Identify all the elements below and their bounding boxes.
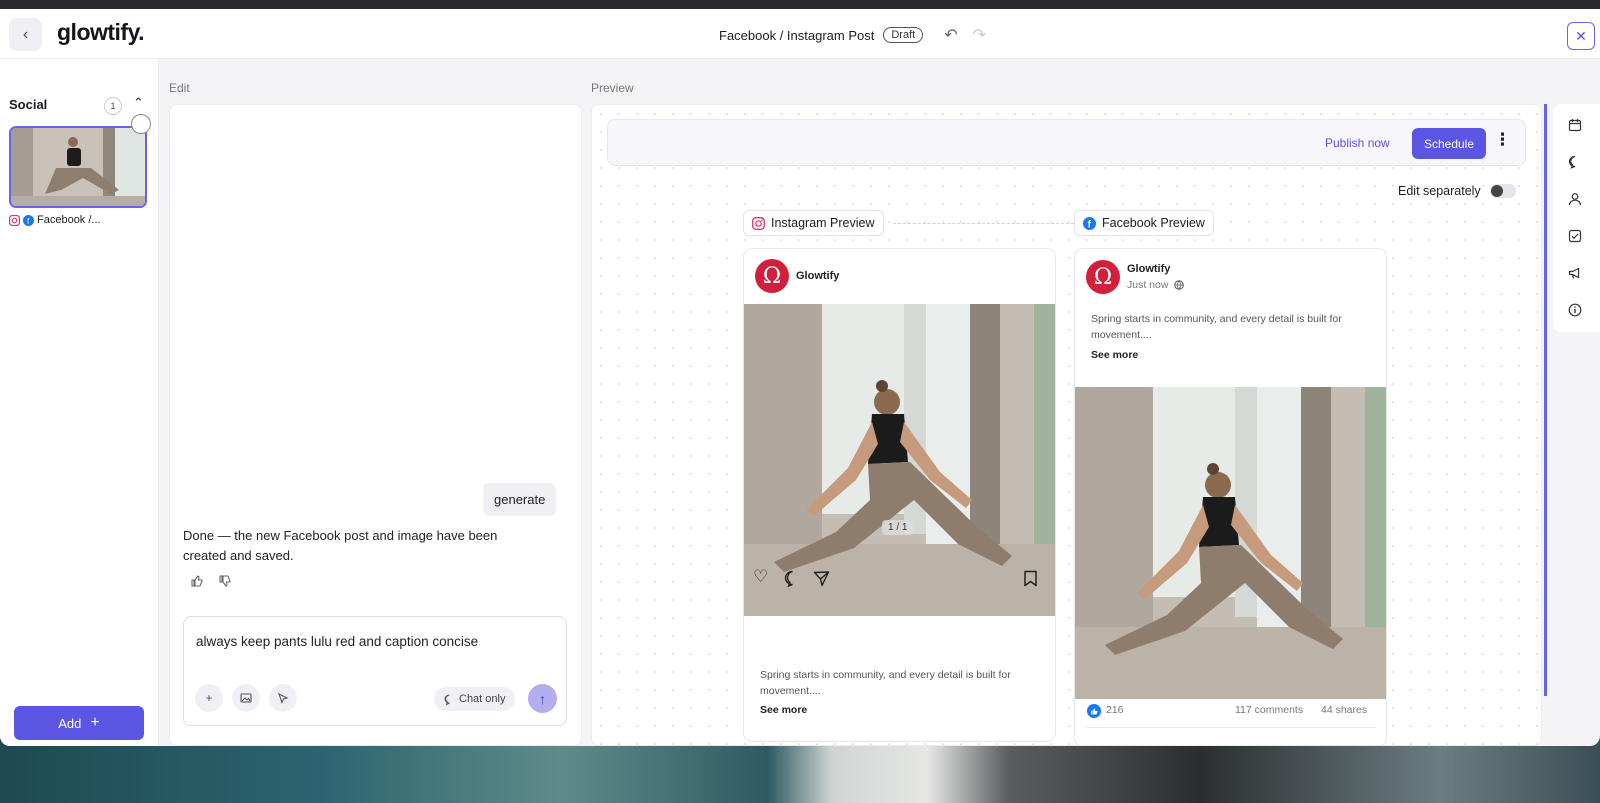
megaphone-icon[interactable] (1568, 266, 1582, 280)
instagram-preview-tag[interactable]: Instagram Preview (743, 210, 884, 236)
like-reaction-icon (1087, 704, 1101, 718)
user-icon[interactable] (1568, 192, 1582, 206)
globe-icon (1174, 280, 1185, 290)
attach-button[interactable]: + (195, 684, 223, 712)
thumbnail-label: f Facebook /... (9, 214, 101, 226)
chevron-left-icon: ‹ (22, 25, 29, 43)
preview-section-label: Preview (591, 81, 634, 95)
select-tool-button[interactable] (269, 684, 297, 712)
back-button[interactable]: ‹ (9, 18, 42, 51)
post-thumbnail[interactable] (9, 126, 147, 208)
add-button[interactable]: Add + (14, 706, 144, 740)
facebook-post-image (1075, 387, 1386, 699)
facebook-preview-tag[interactable]: f Facebook Preview (1074, 210, 1214, 236)
bookmark-icon[interactable] (1023, 570, 1038, 587)
instagram-preview-card: Ω Glowtify 1 / 1 ♡ Spring starts in comm… (743, 248, 1056, 742)
close-icon: ✕ (1575, 27, 1587, 44)
close-button[interactable]: ✕ (1567, 22, 1595, 50)
comment-count: 117 comments (1235, 704, 1304, 716)
connector-dashed-line (893, 223, 1074, 224)
app-logo: glowtify. (57, 19, 145, 45)
yoga-photo (1075, 387, 1386, 699)
right-tool-rail (1553, 104, 1600, 332)
instagram-caption: Spring starts in community, and every de… (760, 669, 1011, 697)
instagram-account-name: Glowtify (796, 270, 840, 282)
publish-now-link[interactable]: Publish now (1325, 136, 1390, 150)
image-counter: 1 / 1 (882, 520, 914, 535)
app-header: ‹ glowtify. Facebook / Instagram Post Dr… (0, 9, 1600, 59)
schedule-button[interactable]: Schedule (1412, 128, 1486, 159)
document-title-bar: Facebook / Instagram Post Draft ↶ ↷ (719, 25, 986, 45)
facebook-account-name: Glowtify (1127, 263, 1171, 275)
thumbs-down-icon[interactable] (218, 574, 232, 588)
yoga-photo-thumbnail (11, 128, 145, 206)
send-button[interactable]: ↑ (528, 684, 557, 713)
more-options-icon[interactable]: ⋮ (1494, 130, 1511, 150)
facebook-preview-card: Ω Glowtify Just now Spring starts in com… (1074, 248, 1387, 745)
share-count: 44 shares (1321, 704, 1368, 716)
chat-only-toggle[interactable]: Chat only (434, 687, 516, 711)
facebook-see-more[interactable]: See more (1091, 349, 1138, 361)
edit-separately-toggle[interactable] (1489, 184, 1516, 198)
edit-separately-row: Edit separately (1398, 184, 1516, 198)
plus-icon: + (205, 691, 213, 705)
instagram-see-more[interactable]: See more (760, 704, 807, 716)
calendar-icon[interactable] (1568, 118, 1582, 132)
brand-avatar-icon: Ω (1086, 260, 1120, 294)
thumbs-up-icon[interactable] (190, 574, 204, 588)
action-bar: Publish now Schedule ⋮ (607, 119, 1526, 166)
redo-icon[interactable]: ↷ (973, 25, 986, 45)
thumbnail-select-radio[interactable] (131, 114, 151, 134)
edit-separately-label: Edit separately (1398, 184, 1481, 198)
app-window: ‹ glowtify. Facebook / Instagram Post Dr… (0, 9, 1600, 746)
add-label: Add (58, 715, 82, 731)
image-button[interactable] (232, 684, 260, 712)
plus-icon: + (90, 714, 100, 731)
brand-avatar-icon: Ω (755, 259, 789, 293)
feedback-icons (190, 574, 232, 588)
stats-divider (1087, 727, 1376, 728)
share-icon[interactable] (813, 570, 830, 587)
desktop-background (0, 740, 1600, 803)
preview-panel: Publish now Schedule ⋮ Edit separately I… (591, 104, 1542, 746)
chat-input-text[interactable]: always keep pants lulu red and caption c… (196, 634, 478, 649)
image-icon (240, 693, 252, 703)
document-title: Facebook / Instagram Post (719, 27, 875, 43)
heart-icon[interactable]: ♡ (753, 567, 768, 587)
collapse-caret-icon[interactable]: ⌃ (133, 95, 144, 111)
chat-only-label: Chat only (459, 693, 506, 705)
instagram-icon (9, 214, 20, 226)
sidebar: Social 1 ⌃ f Facebook /... Add + (0, 59, 159, 746)
comment-icon[interactable] (784, 570, 801, 587)
status-badge: Draft (883, 27, 924, 43)
post-time: Just now (1127, 279, 1169, 291)
facebook-caption: Spring starts in community, and every de… (1091, 313, 1342, 341)
assistant-message: Done — the new Facebook post and image h… (183, 528, 498, 563)
instagram-preview-label: Instagram Preview (771, 216, 875, 230)
facebook-preview-label: Facebook Preview (1102, 216, 1205, 230)
cursor-icon (278, 692, 289, 704)
panel-scroll-indicator (1544, 104, 1547, 696)
chat-panel: generate Done — the new Facebook post an… (169, 104, 582, 746)
chat-bubble-icon (444, 694, 450, 705)
facebook-icon: f (23, 214, 34, 226)
undo-icon[interactable]: ↶ (944, 25, 957, 45)
thumbnail-caption: Facebook /... (37, 214, 101, 226)
info-icon[interactable] (1568, 303, 1582, 317)
chat-input-box[interactable]: always keep pants lulu red and caption c… (183, 616, 567, 726)
arrow-up-icon: ↑ (539, 690, 546, 707)
post-time-row: Just now (1127, 279, 1185, 291)
os-top-strip (0, 0, 1600, 9)
facebook-icon: f (1083, 216, 1096, 230)
like-count: 216 (1106, 704, 1124, 716)
sidebar-section-title: Social (9, 97, 48, 112)
section-count-badge: 1 (104, 97, 122, 115)
instagram-icon (752, 216, 765, 230)
chat-icon[interactable] (1568, 155, 1582, 169)
user-message-bubble: generate (483, 483, 557, 516)
edit-section-label: Edit (169, 81, 190, 95)
checklist-icon[interactable] (1568, 229, 1582, 243)
